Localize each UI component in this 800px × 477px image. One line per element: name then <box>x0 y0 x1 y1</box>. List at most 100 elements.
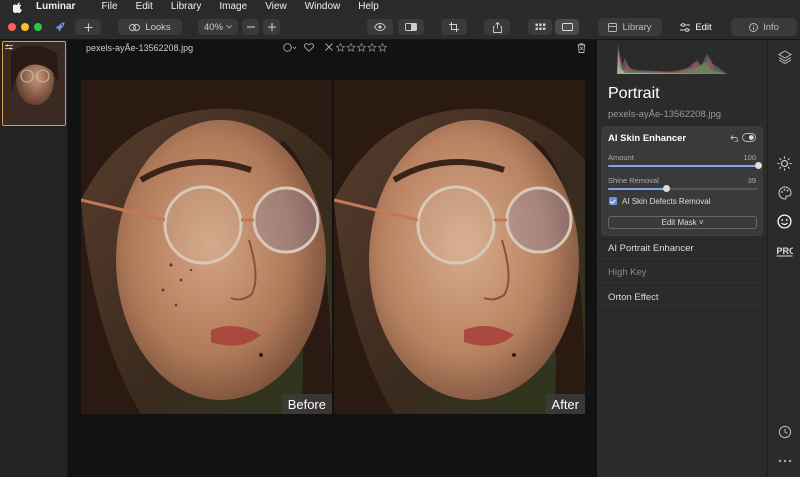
amount-slider[interactable] <box>608 162 762 169</box>
tool-ai-portrait-enhancer[interactable]: AI Portrait Enhancer <box>608 243 694 254</box>
image-viewport[interactable]: Before After pexels-ayÅe-13562208.jpg <box>68 40 597 477</box>
smile-icon[interactable] <box>776 213 793 230</box>
tab-edit-label: Edit <box>695 21 712 33</box>
skin-defects-label: AI Skin Defects Removal <box>622 197 711 206</box>
before-after-compare-button[interactable] <box>398 19 424 35</box>
menu-image[interactable]: Image <box>219 0 247 14</box>
toggle-switch[interactable] <box>742 133 756 142</box>
palette-icon[interactable] <box>776 184 793 201</box>
before-photo[interactable]: Before <box>81 80 332 414</box>
zoom-in-button[interactable] <box>263 19 280 35</box>
tab-info[interactable]: Info <box>731 18 797 36</box>
divider <box>597 261 767 262</box>
divider <box>597 310 767 311</box>
ai-skin-enhancer-card: AI Skin Enhancer Amount 100 Shine Remova… <box>601 126 763 236</box>
add-button[interactable] <box>75 19 101 35</box>
edit-mask-button[interactable]: Edit Mask ˅ <box>608 216 757 229</box>
zoom-dropdown[interactable]: 40% <box>198 19 238 35</box>
tool-category-rail: PRO <box>767 40 800 477</box>
amount-value: 100 <box>743 153 756 162</box>
undo-icon[interactable] <box>730 134 739 142</box>
shine-removal-label: Shine Removal <box>608 176 659 185</box>
sliders-icon <box>680 22 691 32</box>
menu-library[interactable]: Library <box>171 0 202 14</box>
tool-title: AI Skin Enhancer <box>608 133 687 144</box>
amount-slider-knob[interactable] <box>754 162 762 169</box>
tool-high-key[interactable]: High Key <box>608 267 647 278</box>
histogram <box>617 44 727 74</box>
history-icon[interactable] <box>776 423 793 440</box>
amount-label: Amount <box>608 153 634 162</box>
tool-orton-effect[interactable]: Orton Effect <box>608 292 659 303</box>
looks-button[interactable]: Looks <box>118 19 182 35</box>
looks-label: Looks <box>145 21 171 33</box>
favorite-button[interactable] <box>304 43 314 55</box>
layers-icon[interactable] <box>776 48 793 65</box>
menu-file[interactable]: File <box>101 0 117 14</box>
edited-badge-icon <box>5 44 13 50</box>
tab-library-label: Library <box>622 21 652 33</box>
close-icon <box>325 43 333 51</box>
checkmark-icon <box>610 198 616 204</box>
info-icon <box>749 22 759 32</box>
single-image-icon <box>561 23 573 31</box>
tab-edit[interactable]: Edit <box>664 18 728 36</box>
menu-app-name[interactable]: Luminar <box>36 0 75 14</box>
zoom-value: 40% <box>203 21 223 33</box>
after-label: After <box>545 394 585 414</box>
menu-edit[interactable]: Edit <box>136 0 153 14</box>
filmstrip <box>0 40 68 477</box>
window-minimize-button[interactable] <box>21 23 29 31</box>
divider <box>597 285 767 286</box>
apple-icon[interactable] <box>12 1 22 13</box>
circle-label-icon <box>283 43 297 52</box>
heart-icon <box>304 43 314 52</box>
chevron-down-icon <box>226 25 232 29</box>
reject-button[interactable] <box>325 43 333 54</box>
zoom-out-button[interactable] <box>242 19 259 35</box>
panel-filename: pexels-ayÅe-13562208.jpg <box>608 109 722 120</box>
shine-removal-slider-knob[interactable] <box>663 185 670 192</box>
crop-button[interactable] <box>441 19 467 35</box>
amount-slider-fill <box>608 165 758 167</box>
pro-badge[interactable]: PRO <box>776 242 793 259</box>
tools-panel: Portrait pexels-ayÅe-13562208.jpg AI Ski… <box>597 40 767 477</box>
share-icon <box>492 21 502 33</box>
trash-icon <box>577 43 586 53</box>
photo-thumbnail[interactable] <box>2 41 66 126</box>
looks-icon <box>129 23 141 31</box>
star-icon <box>335 42 388 52</box>
more-icon[interactable] <box>776 452 793 469</box>
split-view-icon <box>405 23 417 31</box>
menu-window[interactable]: Window <box>305 0 341 14</box>
rocket-icon[interactable] <box>53 19 67 35</box>
star-rating[interactable] <box>335 42 388 55</box>
eye-icon <box>374 23 386 31</box>
skin-defects-checkbox[interactable] <box>609 197 617 205</box>
toolbar: Looks 40% Library Edit Info <box>0 14 800 40</box>
tab-info-label: Info <box>763 21 779 33</box>
single-view-button[interactable] <box>555 19 579 35</box>
crop-icon <box>449 22 459 32</box>
window-close-button[interactable] <box>8 23 16 31</box>
share-button[interactable] <box>484 19 510 35</box>
sun-icon[interactable] <box>776 155 793 172</box>
tab-library[interactable]: Library <box>598 18 662 36</box>
menu-help[interactable]: Help <box>358 0 379 14</box>
divider <box>597 239 767 240</box>
library-icon <box>608 22 618 32</box>
before-label: Before <box>281 394 332 414</box>
window-zoom-button[interactable] <box>34 23 42 31</box>
shine-removal-value: 39 <box>747 176 756 185</box>
color-label-dropdown[interactable] <box>283 43 297 55</box>
delete-button[interactable] <box>577 43 586 56</box>
shine-removal-slider[interactable] <box>608 185 758 192</box>
menu-view[interactable]: View <box>265 0 287 14</box>
viewport-filename: pexels-ayÅe-13562208.jpg <box>86 43 194 53</box>
menu-bar: Luminar File Edit Library Image View Win… <box>0 0 800 14</box>
panel-title: Portrait <box>608 85 660 102</box>
preview-eye-button[interactable] <box>367 19 393 35</box>
after-photo[interactable]: After <box>334 80 585 414</box>
pro-label: PRO <box>777 246 794 256</box>
grid-view-button[interactable] <box>528 19 552 35</box>
